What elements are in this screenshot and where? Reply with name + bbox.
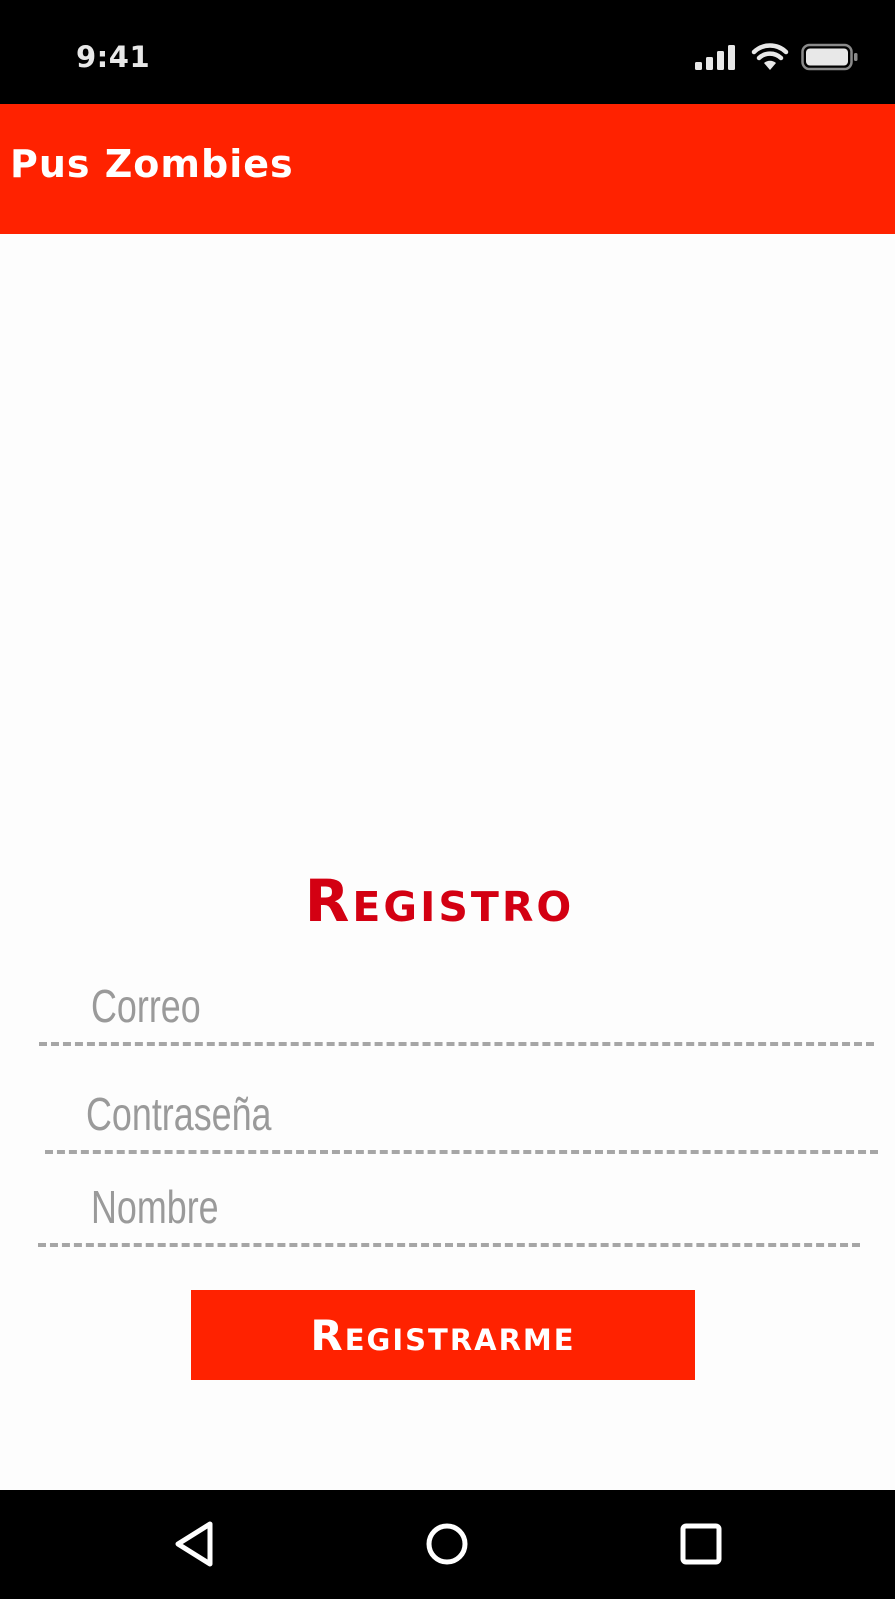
name-underline bbox=[38, 1243, 860, 1247]
email-input[interactable] bbox=[91, 970, 743, 1042]
status-bar: 9:41 bbox=[0, 0, 895, 104]
status-time: 9:41 bbox=[76, 40, 151, 74]
email-field[interactable] bbox=[39, 970, 874, 1046]
app-bar: Pus Zombies bbox=[0, 104, 895, 234]
home-button[interactable] bbox=[415, 1512, 479, 1576]
signal-icon bbox=[695, 45, 735, 70]
password-underline bbox=[45, 1150, 878, 1154]
back-icon bbox=[175, 1521, 213, 1567]
name-field[interactable] bbox=[38, 1171, 860, 1247]
email-underline bbox=[39, 1042, 874, 1046]
password-input[interactable] bbox=[86, 1078, 736, 1150]
password-field[interactable] bbox=[45, 1078, 878, 1154]
home-icon bbox=[426, 1523, 468, 1565]
recents-button[interactable] bbox=[669, 1512, 733, 1576]
wifi-icon bbox=[751, 43, 789, 70]
name-input[interactable] bbox=[91, 1171, 733, 1243]
battery-icon bbox=[801, 43, 858, 71]
register-button[interactable]: Registrarme bbox=[191, 1290, 695, 1380]
recents-icon bbox=[680, 1523, 722, 1565]
navigation-bar bbox=[0, 1490, 895, 1599]
app-title: Pus Zombies bbox=[10, 142, 294, 186]
back-button[interactable] bbox=[163, 1512, 227, 1576]
status-icons bbox=[695, 42, 859, 72]
register-title: Registro bbox=[304, 867, 575, 935]
